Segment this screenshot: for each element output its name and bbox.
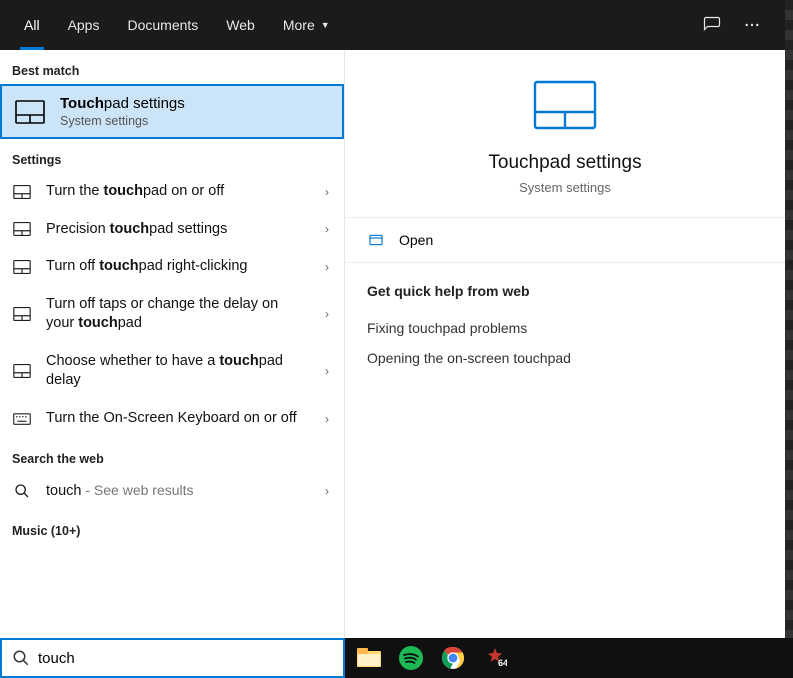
chrome-icon[interactable] [439,644,467,672]
results-column: Best match Touchpad settings System sett… [0,50,345,640]
settings-result[interactable]: Choose whether to have a touchpad delay › [0,343,344,400]
best-match-result[interactable]: Touchpad settings System settings [0,84,344,139]
chevron-right-icon: › [318,484,336,498]
chevron-right-icon: › [318,260,336,274]
tab-more-label: More [283,17,315,33]
preview-title: Touchpad settings [488,152,641,174]
help-link[interactable]: Opening the on-screen touchpad [367,343,763,373]
settings-result[interactable]: Precision touchpad settings › [0,211,344,249]
preview-subtitle: System settings [519,180,611,195]
settings-result-text: Turn off touchpad right-clicking [46,257,304,277]
spotify-icon[interactable] [397,644,425,672]
help-section: Get quick help from web Fixing touchpad … [345,263,785,393]
feedback-icon[interactable] [697,10,727,40]
preview-header: Touchpad settings System settings [345,50,785,218]
settings-result-text: Choose whether to have a touchpad delay [46,352,304,391]
taskbar: 64 [345,638,793,678]
settings-result-text: Turn off taps or change the delay on you… [46,295,304,334]
tab-apps[interactable]: Apps [54,0,114,50]
chevron-right-icon: › [318,222,336,236]
search-input[interactable] [38,650,333,667]
touchpad-icon [12,364,32,378]
settings-result[interactable]: Turn off touchpad right-clicking › [0,248,344,286]
settings-result[interactable]: Turn the On-Screen Keyboard on or off › [0,400,344,438]
background-strip [785,0,793,640]
best-match-subtitle: System settings [60,114,185,128]
touchpad-icon [12,185,32,199]
chevron-right-icon: › [318,307,336,321]
keyboard-icon [12,413,32,425]
section-settings: Settings [0,139,344,173]
section-search-web: Search the web [0,438,344,472]
chevron-down-icon: ▼ [321,20,330,30]
search-icon [12,483,32,499]
search-panel: All Apps Documents Web More ▼ Best match [0,0,785,640]
touchpad-icon [14,96,46,128]
section-best-match: Best match [0,50,344,84]
settings-result[interactable]: Turn off taps or change the delay on you… [0,286,344,343]
more-options-icon[interactable] [737,10,767,40]
touchpad-icon-large [533,80,597,130]
settings-result-text: Turn the touchpad on or off [46,182,304,202]
tab-documents[interactable]: Documents [113,0,212,50]
open-icon [367,232,385,248]
web-result-text: touch - See web results [46,481,304,502]
file-explorer-icon[interactable] [355,644,383,672]
search-icon [12,649,30,667]
tab-all[interactable]: All [10,0,54,50]
chevron-right-icon: › [318,185,336,199]
chevron-right-icon: › [318,412,336,426]
settings-result-text: Turn the On-Screen Keyboard on or off [46,409,304,429]
svg-text:64: 64 [498,658,507,668]
tab-more[interactable]: More ▼ [269,0,344,50]
preview-actions: Open [345,218,785,263]
open-label: Open [399,232,433,248]
touchpad-icon [12,260,32,274]
touchpad-icon [12,222,32,236]
best-match-title: Touchpad settings [60,95,185,112]
help-header: Get quick help from web [367,283,763,299]
open-action[interactable]: Open [345,218,785,262]
search-box[interactable] [0,638,345,678]
preview-column: Touchpad settings System settings Open G… [345,50,785,640]
settings-result-text: Precision touchpad settings [46,220,304,240]
help-link[interactable]: Fixing touchpad problems [367,313,763,343]
chevron-right-icon: › [318,364,336,378]
app-icon[interactable]: 64 [481,644,509,672]
tab-web[interactable]: Web [212,0,269,50]
settings-result[interactable]: Turn the touchpad on or off › [0,173,344,211]
section-music: Music (10+) [0,510,344,544]
touchpad-icon [12,307,32,321]
search-tabs: All Apps Documents Web More ▼ [0,0,785,50]
web-result[interactable]: touch - See web results › [0,472,344,511]
